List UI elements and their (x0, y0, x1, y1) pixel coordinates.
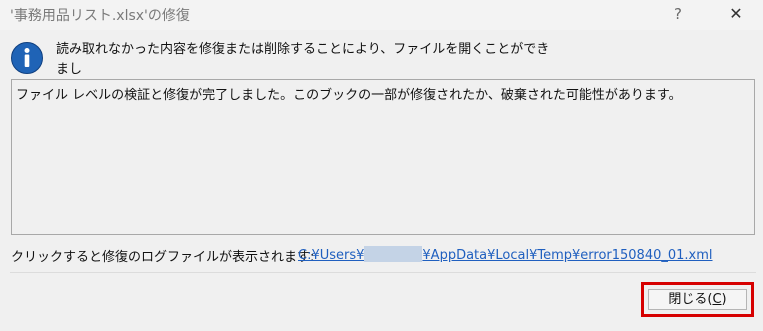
redacted-username (364, 246, 423, 262)
info-icon (10, 41, 44, 75)
log-file-label: クリックすると修復のログファイルが表示されます: (11, 250, 315, 265)
close-button-label: 閉じる( (668, 292, 713, 307)
window-title: '事務用品リスト.xlsx'の修復 (10, 8, 190, 24)
help-button[interactable]: ? (664, 2, 692, 26)
details-text: ファイル レベルの検証と修復が完了しました。このブックの一部が修復されたか、破棄… (16, 88, 682, 103)
button-separator (10, 272, 756, 273)
close-button-accelerator: C (712, 292, 722, 307)
info-icon-graphic (11, 42, 43, 74)
details-box[interactable]: ファイル レベルの検証と修復が完了しました。このブックの一部が修復されたか、破棄… (11, 79, 755, 235)
title-bar: '事務用品リスト.xlsx'の修復 ? ✕ (0, 0, 763, 30)
log-file-link[interactable]: C:¥Users¥ ¥AppData¥Local¥Temp¥error150840… (298, 246, 713, 263)
repair-message-line-1: 読み取れなかった内容を修復または削除することにより、ファイルを開くことができまし (56, 42, 550, 77)
close-button-suffix: ) (721, 292, 727, 307)
close-button[interactable]: 閉じる(C) (648, 289, 747, 310)
log-file-link-prefix: C:¥Users¥ (298, 248, 365, 263)
repair-dialog: '事務用品リスト.xlsx'の修復 ? ✕ 読み取れなかった内容を修復または削除… (0, 0, 763, 331)
close-window-button[interactable]: ✕ (720, 2, 752, 26)
log-file-link-suffix: ¥AppData¥Local¥Temp¥error150840_01.xml (422, 248, 713, 263)
